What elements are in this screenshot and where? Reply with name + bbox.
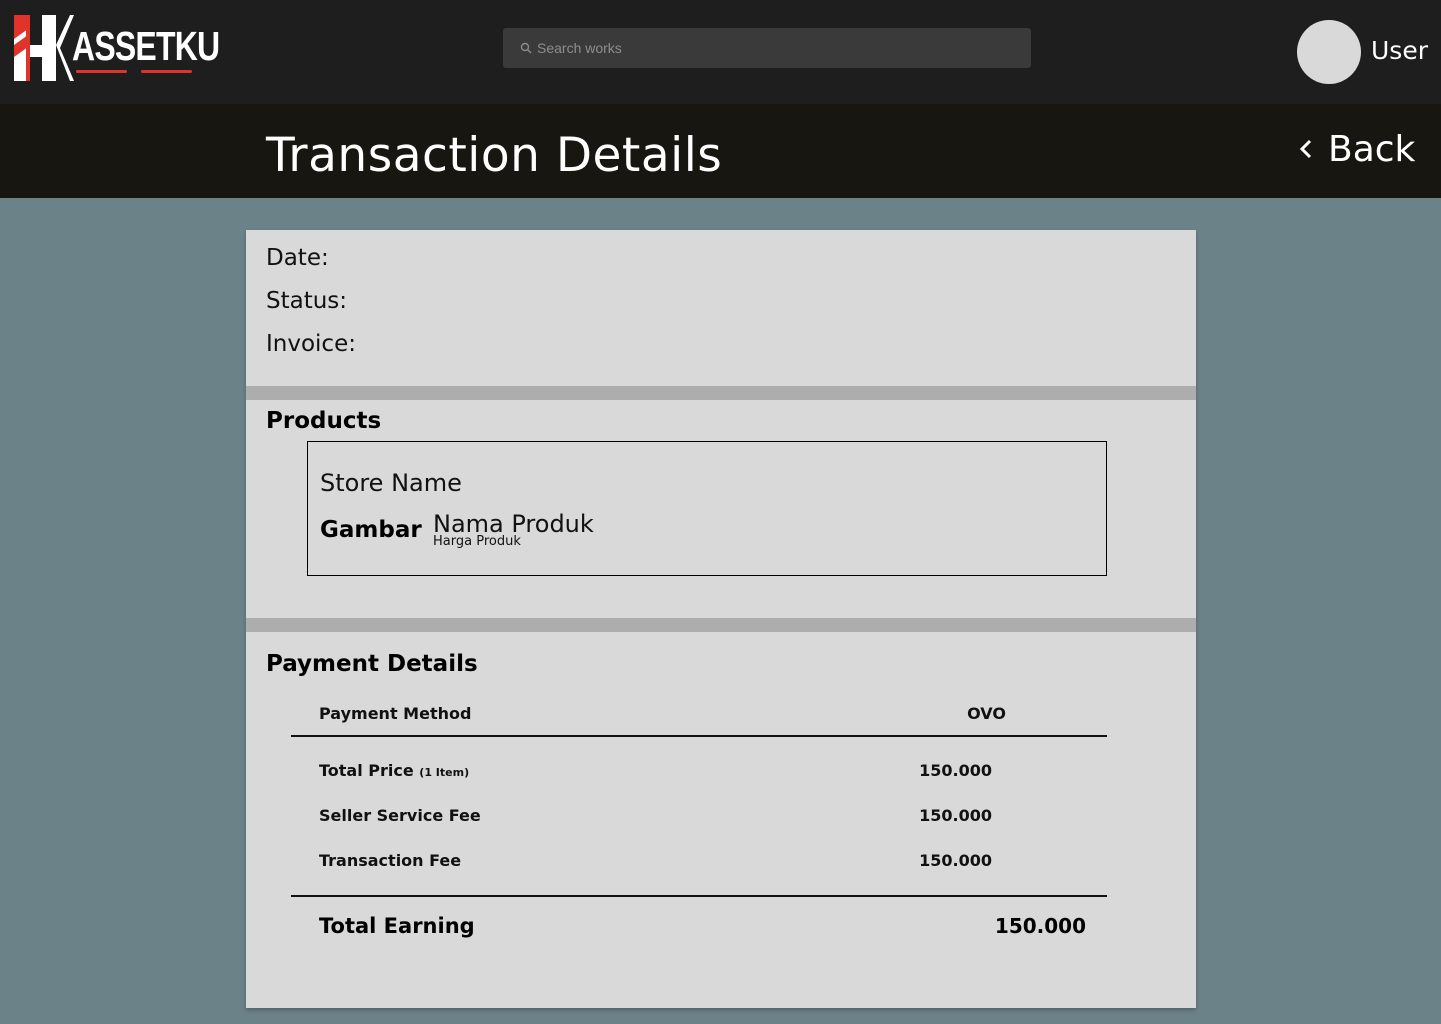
date-label: Date: — [266, 245, 329, 271]
transaction-card: Date: Status: Invoice: Products Store Na… — [246, 230, 1196, 1008]
page-title: Transaction Details — [266, 128, 723, 183]
user-avatar[interactable] — [1297, 20, 1361, 84]
logo-underline-left — [76, 70, 127, 73]
user-label[interactable]: User — [1371, 36, 1428, 65]
section-divider — [246, 386, 1196, 400]
payment-method-row: Payment Method OVO — [319, 704, 1119, 726]
payment-row-value: 150.000 — [919, 851, 992, 870]
store-name[interactable]: Store Name — [320, 469, 462, 497]
payment-row-label: Transaction Fee — [319, 851, 462, 870]
payment-row: Transaction Fee 150.000 — [319, 851, 1119, 873]
section-divider — [246, 618, 1196, 632]
total-earning-label: Total Earning — [319, 914, 475, 938]
payment-method-value: OVO — [967, 704, 1006, 723]
payment-row: Total Price (1 Item) 150.000 — [319, 761, 1119, 783]
back-button[interactable]: Back — [1296, 126, 1415, 172]
products-section-title: Products — [266, 408, 382, 434]
kassetku-logo[interactable]: ASSETKU — [14, 15, 220, 81]
logo-text: ASSETKU — [72, 23, 220, 69]
total-earning-value: 150.000 — [994, 914, 1086, 938]
logo-underline-right — [141, 70, 192, 73]
payment-method-label: Payment Method — [319, 704, 472, 723]
payment-row: Seller Service Fee 150.000 — [319, 806, 1119, 828]
payment-row-value: 150.000 — [919, 806, 992, 825]
search-bar[interactable] — [503, 28, 1031, 68]
logo-k-mark-icon — [14, 15, 74, 81]
item-count: (1 Item) — [419, 766, 470, 779]
chevron-left-icon — [1299, 139, 1312, 159]
status-label: Status: — [266, 288, 348, 314]
payment-row-label: Seller Service Fee — [319, 806, 481, 825]
payment-section-title: Payment Details — [266, 651, 478, 677]
invoice-label: Invoice: — [266, 331, 356, 357]
payment-row-label: Total Price (1 Item) — [319, 761, 470, 780]
product-image-placeholder[interactable]: Gambar — [320, 517, 422, 543]
search-icon — [520, 42, 532, 54]
top-navbar: ASSETKU User — [0, 0, 1441, 104]
product-price: Harga Produk — [433, 534, 521, 549]
title-bar: Transaction Details Back — [0, 104, 1441, 198]
payment-rule-bottom — [291, 895, 1107, 897]
search-input[interactable] — [537, 28, 1017, 68]
back-label: Back — [1328, 128, 1416, 170]
payment-rule-top — [291, 735, 1107, 737]
product-item-box[interactable]: Store Name Gambar Nama Produk Harga Prod… — [307, 441, 1107, 576]
payment-row-value: 150.000 — [919, 761, 992, 780]
